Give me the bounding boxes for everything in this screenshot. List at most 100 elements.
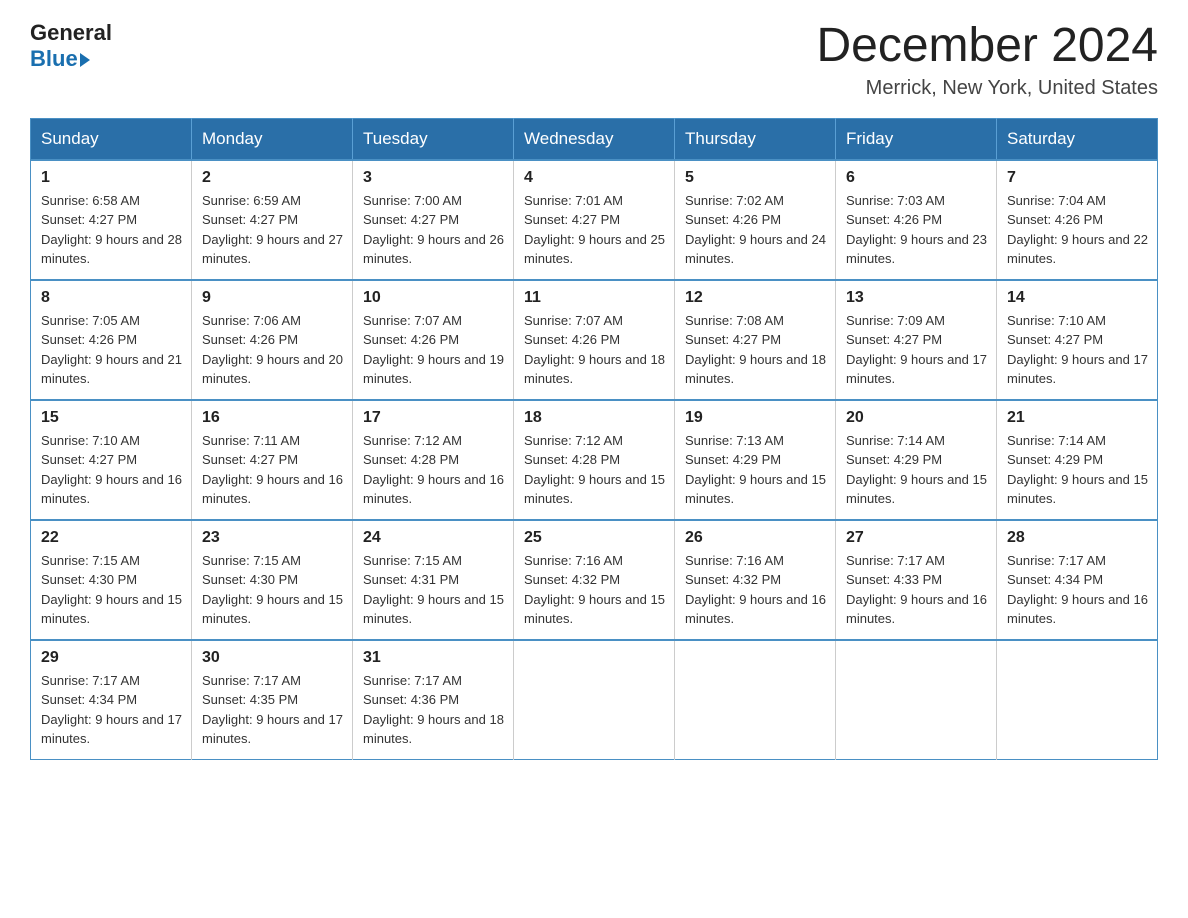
day-number: 15 [41, 409, 183, 427]
day-info: Sunrise: 7:00 AMSunset: 4:27 PMDaylight:… [363, 191, 505, 269]
calendar-cell: 8 Sunrise: 7:05 AMSunset: 4:26 PMDaylight… [31, 280, 192, 400]
day-info: Sunrise: 7:06 AMSunset: 4:26 PMDaylight:… [202, 311, 344, 389]
day-info: Sunrise: 7:16 AMSunset: 4:32 PMDaylight:… [524, 551, 666, 629]
day-number: 5 [685, 169, 827, 187]
header: General Blue December 2024 Merrick, New … [30, 20, 1158, 100]
day-info: Sunrise: 7:14 AMSunset: 4:29 PMDaylight:… [1007, 431, 1149, 509]
day-info: Sunrise: 7:17 AMSunset: 4:34 PMDaylight:… [41, 671, 183, 749]
day-number: 9 [202, 289, 344, 307]
day-info: Sunrise: 7:07 AMSunset: 4:26 PMDaylight:… [524, 311, 666, 389]
weekday-header-wednesday: Wednesday [514, 118, 675, 160]
day-info: Sunrise: 7:12 AMSunset: 4:28 PMDaylight:… [524, 431, 666, 509]
day-info: Sunrise: 6:59 AMSunset: 4:27 PMDaylight:… [202, 191, 344, 269]
day-info: Sunrise: 7:13 AMSunset: 4:29 PMDaylight:… [685, 431, 827, 509]
calendar-cell: 25 Sunrise: 7:16 AMSunset: 4:32 PMDayligh… [514, 520, 675, 640]
calendar-cell: 22Sunrise: 7:15 AMSunset: 4:30 PMDayligh… [31, 520, 192, 640]
day-number: 4 [524, 169, 666, 187]
calendar-cell: 21 Sunrise: 7:14 AMSunset: 4:29 PMDayligh… [997, 400, 1158, 520]
calendar-week-row: 1 Sunrise: 6:58 AMSunset: 4:27 PMDaylight… [31, 160, 1158, 280]
calendar-cell: 26 Sunrise: 7:16 AMSunset: 4:32 PMDayligh… [675, 520, 836, 640]
day-number: 11 [524, 289, 666, 307]
day-info: Sunrise: 7:11 AMSunset: 4:27 PMDaylight:… [202, 431, 344, 509]
day-number: 30 [202, 649, 344, 667]
day-info: Sunrise: 6:58 AMSunset: 4:27 PMDaylight:… [41, 191, 183, 269]
day-number: 25 [524, 529, 666, 547]
day-number: 10 [363, 289, 505, 307]
day-info: Sunrise: 7:04 AMSunset: 4:26 PMDaylight:… [1007, 191, 1149, 269]
day-number: 28 [1007, 529, 1149, 547]
calendar-cell: 30 Sunrise: 7:17 AMSunset: 4:35 PMDayligh… [192, 640, 353, 760]
day-info: Sunrise: 7:02 AMSunset: 4:26 PMDaylight:… [685, 191, 827, 269]
calendar-cell: 23 Sunrise: 7:15 AMSunset: 4:30 PMDayligh… [192, 520, 353, 640]
day-info: Sunrise: 7:03 AMSunset: 4:26 PMDaylight:… [846, 191, 988, 269]
logo-arrow-icon [80, 53, 90, 67]
day-info: Sunrise: 7:01 AMSunset: 4:27 PMDaylight:… [524, 191, 666, 269]
calendar-week-row: 29 Sunrise: 7:17 AMSunset: 4:34 PMDayligh… [31, 640, 1158, 760]
day-number: 19 [685, 409, 827, 427]
day-number: 21 [1007, 409, 1149, 427]
day-info: Sunrise: 7:12 AMSunset: 4:28 PMDaylight:… [363, 431, 505, 509]
calendar-cell [836, 640, 997, 760]
day-number: 31 [363, 649, 505, 667]
calendar-cell [675, 640, 836, 760]
weekday-header-sunday: Sunday [31, 118, 192, 160]
calendar-header-row: SundayMondayTuesdayWednesdayThursdayFrid… [31, 118, 1158, 160]
calendar-cell: 24Sunrise: 7:15 AMSunset: 4:31 PMDayligh… [353, 520, 514, 640]
calendar-cell: 2 Sunrise: 6:59 AMSunset: 4:27 PMDaylight… [192, 160, 353, 280]
calendar-cell: 14Sunrise: 7:10 AMSunset: 4:27 PMDayligh… [997, 280, 1158, 400]
day-info: Sunrise: 7:15 AMSunset: 4:30 PMDaylight:… [202, 551, 344, 629]
day-number: 16 [202, 409, 344, 427]
day-info: Sunrise: 7:07 AMSunset: 4:26 PMDaylight:… [363, 311, 505, 389]
day-number: 2 [202, 169, 344, 187]
calendar-cell: 11 Sunrise: 7:07 AMSunset: 4:26 PMDayligh… [514, 280, 675, 400]
calendar-cell: 7 Sunrise: 7:04 AMSunset: 4:26 PMDaylight… [997, 160, 1158, 280]
location: Merrick, New York, United States [816, 77, 1158, 100]
title-area: December 2024 Merrick, New York, United … [816, 20, 1158, 100]
weekday-header-saturday: Saturday [997, 118, 1158, 160]
day-info: Sunrise: 7:17 AMSunset: 4:35 PMDaylight:… [202, 671, 344, 749]
calendar-cell: 17Sunrise: 7:12 AMSunset: 4:28 PMDayligh… [353, 400, 514, 520]
day-number: 23 [202, 529, 344, 547]
weekday-header-monday: Monday [192, 118, 353, 160]
day-info: Sunrise: 7:08 AMSunset: 4:27 PMDaylight:… [685, 311, 827, 389]
day-number: 7 [1007, 169, 1149, 187]
day-number: 8 [41, 289, 183, 307]
logo-general-text: General [30, 20, 112, 46]
day-number: 20 [846, 409, 988, 427]
calendar-cell: 6 Sunrise: 7:03 AMSunset: 4:26 PMDaylight… [836, 160, 997, 280]
logo: General Blue [30, 20, 112, 72]
calendar-cell: 3Sunrise: 7:00 AMSunset: 4:27 PMDaylight… [353, 160, 514, 280]
day-number: 14 [1007, 289, 1149, 307]
day-info: Sunrise: 7:17 AMSunset: 4:33 PMDaylight:… [846, 551, 988, 629]
day-number: 22 [41, 529, 183, 547]
day-info: Sunrise: 7:16 AMSunset: 4:32 PMDaylight:… [685, 551, 827, 629]
calendar-cell: 16 Sunrise: 7:11 AMSunset: 4:27 PMDayligh… [192, 400, 353, 520]
calendar-cell: 13Sunrise: 7:09 AMSunset: 4:27 PMDayligh… [836, 280, 997, 400]
calendar-cell: 31 Sunrise: 7:17 AMSunset: 4:36 PMDayligh… [353, 640, 514, 760]
day-number: 12 [685, 289, 827, 307]
day-info: Sunrise: 7:05 AMSunset: 4:26 PMDaylight:… [41, 311, 183, 389]
calendar-cell: 18Sunrise: 7:12 AMSunset: 4:28 PMDayligh… [514, 400, 675, 520]
calendar-cell: 12 Sunrise: 7:08 AMSunset: 4:27 PMDayligh… [675, 280, 836, 400]
calendar-week-row: 15Sunrise: 7:10 AMSunset: 4:27 PMDayligh… [31, 400, 1158, 520]
day-number: 1 [41, 169, 183, 187]
month-title: December 2024 [816, 20, 1158, 73]
weekday-header-thursday: Thursday [675, 118, 836, 160]
day-number: 6 [846, 169, 988, 187]
calendar-week-row: 8 Sunrise: 7:05 AMSunset: 4:26 PMDaylight… [31, 280, 1158, 400]
calendar-cell: 27Sunrise: 7:17 AMSunset: 4:33 PMDayligh… [836, 520, 997, 640]
day-info: Sunrise: 7:17 AMSunset: 4:36 PMDaylight:… [363, 671, 505, 749]
calendar-cell: 10 Sunrise: 7:07 AMSunset: 4:26 PMDayligh… [353, 280, 514, 400]
calendar-cell: 9 Sunrise: 7:06 AMSunset: 4:26 PMDaylight… [192, 280, 353, 400]
calendar-cell: 29 Sunrise: 7:17 AMSunset: 4:34 PMDayligh… [31, 640, 192, 760]
logo-blue-text: Blue [30, 46, 90, 72]
day-info: Sunrise: 7:15 AMSunset: 4:31 PMDaylight:… [363, 551, 505, 629]
day-number: 29 [41, 649, 183, 667]
day-info: Sunrise: 7:17 AMSunset: 4:34 PMDaylight:… [1007, 551, 1149, 629]
day-number: 26 [685, 529, 827, 547]
calendar-cell: 20 Sunrise: 7:14 AMSunset: 4:29 PMDayligh… [836, 400, 997, 520]
calendar-cell: 28 Sunrise: 7:17 AMSunset: 4:34 PMDayligh… [997, 520, 1158, 640]
calendar-cell [997, 640, 1158, 760]
calendar-cell: 5 Sunrise: 7:02 AMSunset: 4:26 PMDaylight… [675, 160, 836, 280]
day-info: Sunrise: 7:14 AMSunset: 4:29 PMDaylight:… [846, 431, 988, 509]
